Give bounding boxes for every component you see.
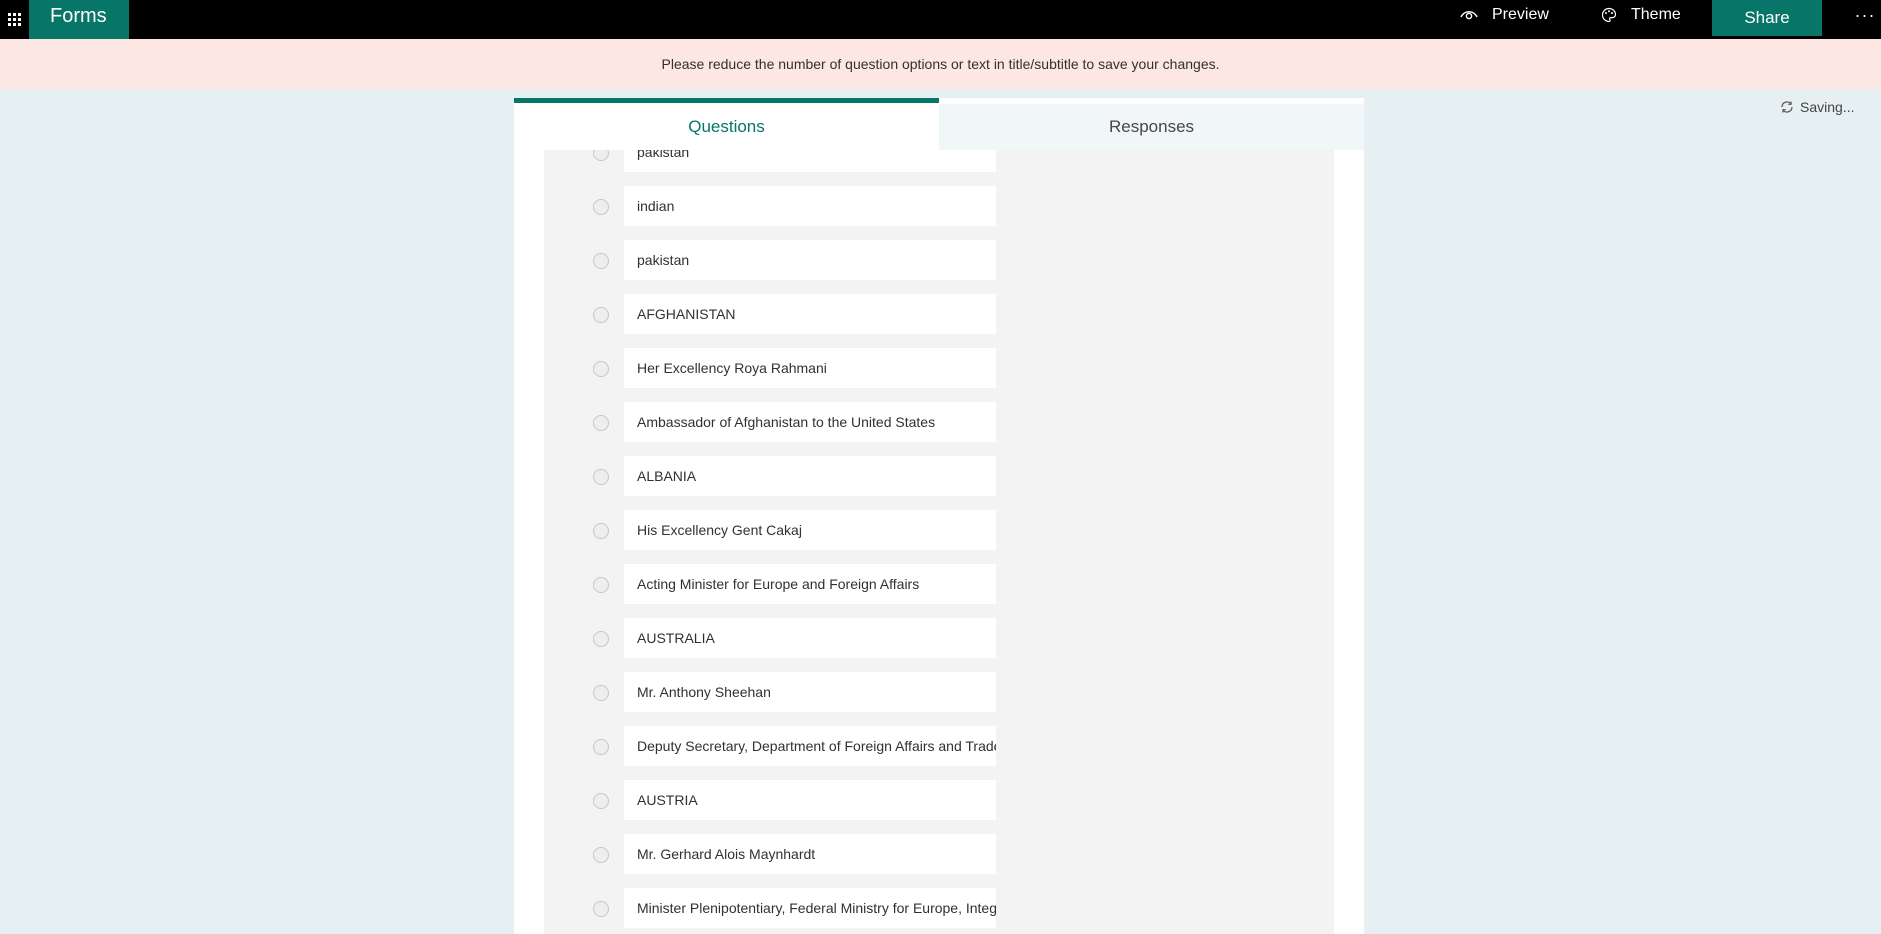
option-radio[interactable] (593, 361, 609, 377)
option-input[interactable]: pakistan (624, 240, 996, 280)
option-row: Minister Plenipotentiary, Federal Minist… (544, 888, 1334, 928)
option-radio[interactable] (593, 847, 609, 863)
option-input[interactable]: indian (624, 186, 996, 226)
option-radio[interactable] (593, 415, 609, 431)
option-radio[interactable] (593, 150, 609, 161)
preview-button[interactable]: Preview (1460, 0, 1549, 30)
option-radio[interactable] (593, 199, 609, 215)
preview-label: Preview (1492, 6, 1549, 23)
option-row: Mr. Gerhard Alois Maynhardt (544, 834, 1334, 874)
warning-message: Please reduce the number of question opt… (661, 56, 1220, 72)
option-row: indian (544, 186, 1334, 226)
option-row: Ambassador of Afghanistan to the United … (544, 402, 1334, 442)
tab-questions[interactable]: Questions (514, 98, 939, 150)
option-input[interactable]: ALBANIA (624, 456, 996, 496)
app-name[interactable]: Forms (29, 0, 129, 39)
option-row: AUSTRIA (544, 780, 1334, 820)
option-input[interactable]: pakistan (624, 150, 996, 172)
option-input[interactable]: AUSTRALIA (624, 618, 996, 658)
warning-banner: Please reduce the number of question opt… (0, 39, 1881, 89)
eye-icon (1460, 11, 1478, 20)
option-radio[interactable] (593, 469, 609, 485)
app-launcher-icon (8, 13, 21, 26)
option-input[interactable]: AFGHANISTAN (624, 294, 996, 334)
option-row: pakistan (544, 240, 1334, 280)
option-radio[interactable] (593, 901, 609, 917)
form-editor-card: Questions Responses pakistan indian paki… (514, 98, 1364, 934)
option-input[interactable]: Deputy Secretary, Department of Foreign … (624, 726, 996, 766)
option-row: pakistan (544, 150, 1334, 172)
option-radio[interactable] (593, 307, 609, 323)
option-radio[interactable] (593, 685, 609, 701)
option-row: Deputy Secretary, Department of Foreign … (544, 726, 1334, 766)
question-editor: pakistan indian pakistan AFGHANISTAN Her… (544, 150, 1334, 934)
option-row: His Excellency Gent Cakaj (544, 510, 1334, 550)
option-input[interactable]: Mr. Gerhard Alois Maynhardt (624, 834, 996, 874)
option-input[interactable]: Mr. Anthony Sheehan (624, 672, 996, 712)
option-input[interactable]: Ambassador of Afghanistan to the United … (624, 402, 996, 442)
share-button[interactable]: Share (1712, 0, 1822, 36)
option-radio[interactable] (593, 523, 609, 539)
option-radio[interactable] (593, 793, 609, 809)
saving-status: Saving... (1780, 99, 1854, 115)
option-input[interactable]: Minister Plenipotentiary, Federal Minist… (624, 888, 996, 928)
option-radio[interactable] (593, 253, 609, 269)
option-row: AFGHANISTAN (544, 294, 1334, 334)
option-row: Acting Minister for Europe and Foreign A… (544, 564, 1334, 604)
option-input[interactable]: Acting Minister for Europe and Foreign A… (624, 564, 996, 604)
option-input[interactable]: Her Excellency Roya Rahmani (624, 348, 996, 388)
more-options-button[interactable]: ··· (1850, 0, 1880, 30)
option-row: Her Excellency Roya Rahmani (544, 348, 1334, 388)
tab-responses[interactable]: Responses (939, 104, 1364, 150)
option-radio[interactable] (593, 631, 609, 647)
sync-icon (1781, 101, 1793, 113)
top-bar: Forms Preview Theme Share ··· (0, 0, 1881, 39)
app-launcher-button[interactable] (0, 0, 29, 39)
option-input[interactable]: His Excellency Gent Cakaj (624, 510, 996, 550)
option-input[interactable]: AUSTRIA (624, 780, 996, 820)
option-row: Mr. Anthony Sheehan (544, 672, 1334, 712)
option-radio[interactable] (593, 577, 609, 593)
saving-label: Saving... (1800, 99, 1855, 115)
palette-icon (1601, 7, 1617, 23)
option-radio[interactable] (593, 739, 609, 755)
option-row: ALBANIA (544, 456, 1334, 496)
theme-label: Theme (1631, 6, 1681, 23)
theme-button[interactable]: Theme (1601, 0, 1681, 30)
option-row: AUSTRALIA (544, 618, 1334, 658)
